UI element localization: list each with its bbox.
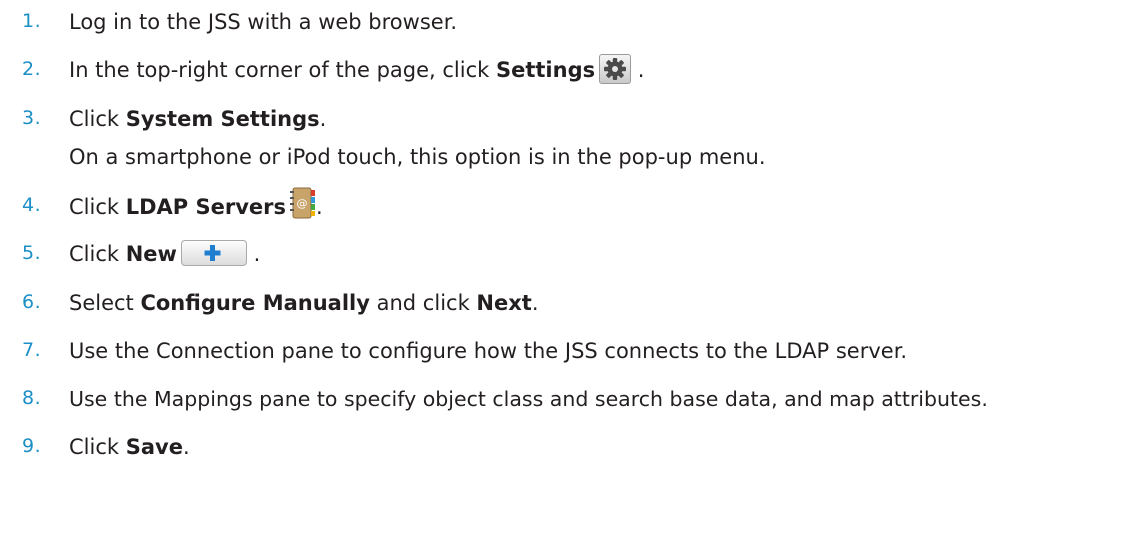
gear-icon (599, 54, 632, 84)
svg-text:@: @ (297, 197, 308, 210)
step-9: 9. Click Save. (0, 433, 1144, 463)
step-text-part: and click (369, 291, 477, 315)
step-text-part: Click (69, 435, 126, 459)
step-text-part: Click (69, 107, 126, 131)
step-bold-term: Save (125, 435, 183, 459)
step-3-note: On a smartphone or iPod touch, this opti… (69, 145, 766, 169)
address-book-icon: @ (290, 187, 316, 219)
step-bold-term: Next (476, 291, 532, 315)
step-text: In the top-right corner of the page, cli… (69, 54, 645, 86)
step-text-part: . (531, 291, 539, 315)
step-text: Log in to the JSS with a web browser. (69, 8, 457, 36)
step-text: Select Configure Manually and click Next… (69, 289, 539, 317)
step-text-part: . (319, 107, 327, 131)
instruction-steps-list: 1. Log in to the JSS with a web browser.… (0, 0, 1144, 546)
step-bold-term: New (125, 242, 177, 266)
step-text: Click Save. (69, 433, 190, 461)
step-1: 1. Log in to the JSS with a web browser. (0, 8, 1144, 38)
step-text-part: Click (69, 195, 126, 219)
step-8: 8. Use the Mappings pane to specify obje… (0, 385, 1144, 415)
step-bold-term: System Settings (125, 107, 320, 131)
step-number: 1. (22, 10, 42, 32)
step-number: 2. (22, 58, 42, 80)
step-text: Click System Settings. (69, 105, 326, 133)
step-number: 7. (22, 339, 42, 361)
step-text-part: Use the Connection pane to configure how… (69, 339, 908, 363)
step-text-part: . (182, 435, 190, 459)
step-bold-term: Settings (495, 58, 596, 82)
step-text: Use the Mappings pane to specify object … (69, 385, 988, 413)
step-number: 9. (22, 435, 42, 457)
step-bold-term: LDAP Servers (125, 195, 286, 219)
step-text-part: . (246, 242, 261, 266)
step-6: 6. Select Configure Manually and click N… (0, 289, 1144, 319)
step-text-part: Click (69, 242, 126, 266)
plus-icon (180, 240, 247, 266)
step-text: Click New . (69, 240, 260, 268)
step-number: 8. (22, 387, 42, 409)
step-3: 3. Click System Settings. (0, 105, 1144, 135)
step-number: 4. (22, 194, 42, 216)
step-4: 4. Click LDAP Servers @. (0, 187, 1144, 224)
step-text: Click LDAP Servers @. (69, 187, 323, 224)
step-bold-term: Configure Manually (140, 291, 370, 315)
step-text-part: Select (69, 291, 141, 315)
step-text-part: Use the Mappings pane to specify object … (69, 387, 988, 411)
step-number: 5. (22, 242, 42, 264)
step-text-part: . (631, 58, 645, 82)
step-7: 7. Use the Connection pane to configure … (0, 337, 1144, 367)
step-5: 5. Click New . (0, 240, 1144, 270)
step-text: Use the Connection pane to configure how… (69, 337, 907, 365)
step-text-part: Log in to the JSS with a web browser. (69, 10, 458, 34)
step-number: 3. (22, 107, 42, 129)
step-text-part: In the top-right corner of the page, cli… (69, 58, 496, 82)
step-number: 6. (22, 291, 42, 313)
step-text-part: . (316, 195, 323, 219)
step-2: 2. In the top-right corner of the page, … (0, 54, 1144, 86)
